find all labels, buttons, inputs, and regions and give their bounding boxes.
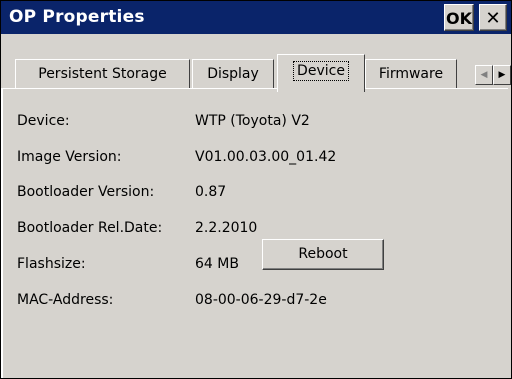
mac-address-label: MAC-Address:	[17, 292, 114, 308]
arrow-right-icon: ▶	[498, 70, 506, 80]
flashsize-label: Flashsize:	[17, 256, 86, 272]
bootloader-version-value: 0.87	[195, 184, 227, 200]
tab-label: Persistent Storage	[38, 66, 167, 82]
device-panel: Device: WTP (Toyota) V2 Image Version: V…	[3, 88, 508, 376]
title-bar: OP Properties OK ✕	[1, 1, 511, 34]
image-version-value: V01.00.03.00_01.42	[195, 149, 337, 165]
tab-label: Firmware	[378, 66, 444, 82]
bootloader-date-label: Bootloader Rel.Date:	[17, 220, 163, 236]
tab-scroll-right-button[interactable]: ▶	[493, 65, 511, 85]
device-value: WTP (Toyota) V2	[195, 113, 310, 129]
bootloader-date-value: 2.2.2010	[195, 220, 258, 236]
bootloader-version-label: Bootloader Version:	[17, 184, 155, 200]
reboot-button[interactable]: Reboot	[262, 239, 384, 270]
tab-scroll-left-button[interactable]: ◀	[475, 65, 493, 85]
tab-device[interactable]: Device	[277, 54, 365, 92]
device-label: Device:	[17, 113, 70, 129]
op-properties-window: OP Properties OK ✕ Persistent Storage Di…	[0, 0, 512, 379]
close-button[interactable]: ✕	[479, 4, 507, 31]
window-title: OP Properties	[9, 7, 145, 27]
mac-address-value: 08-00-06-29-d7-2e	[195, 292, 327, 308]
tab-display[interactable]: Display	[192, 59, 274, 89]
arrow-left-icon: ◀	[480, 70, 488, 80]
flashsize-value: 64 MB	[195, 256, 239, 272]
close-icon: ✕	[485, 8, 501, 29]
tab-persistent-storage[interactable]: Persistent Storage	[15, 59, 190, 89]
tab-firmware[interactable]: Firmware	[365, 59, 457, 89]
tab-label: Display	[207, 66, 259, 82]
ok-button[interactable]: OK	[444, 4, 474, 31]
image-version-label: Image Version:	[17, 149, 122, 165]
tab-label: Device	[293, 61, 349, 81]
